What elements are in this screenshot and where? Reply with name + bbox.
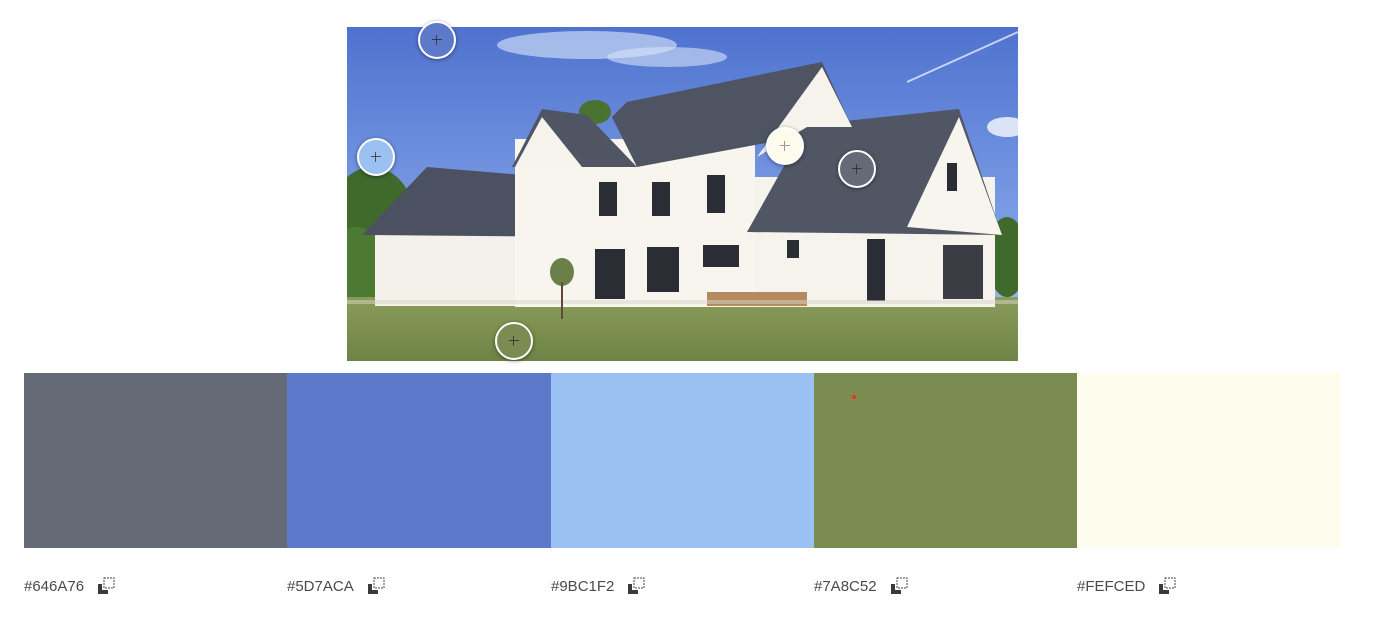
hex-code-row: #646A76 #5D7ACA #9BC1F2 #7A8C52 #FEFCED [24, 571, 1340, 601]
copy-icon[interactable] [626, 576, 646, 596]
color-swatch-row [24, 373, 1340, 548]
hex-code-item: #FEFCED [1077, 571, 1177, 601]
color-swatch[interactable] [24, 373, 287, 548]
hex-code-label[interactable]: #646A76 [24, 578, 84, 595]
plus-icon [852, 164, 862, 174]
source-photo [347, 27, 1018, 361]
plus-icon [780, 141, 790, 151]
hex-code-label[interactable]: #7A8C52 [814, 578, 877, 595]
picker-handle-green[interactable] [495, 322, 533, 360]
hex-code-label[interactable]: #5D7ACA [287, 578, 354, 595]
picker-handle-light-blue[interactable] [357, 138, 395, 176]
house-photo-illustration [347, 27, 1018, 361]
copy-icon[interactable] [889, 576, 909, 596]
color-swatch[interactable] [1077, 373, 1340, 548]
color-swatch[interactable] [551, 373, 814, 548]
plus-icon [371, 152, 381, 162]
color-swatch[interactable] [287, 373, 551, 548]
copy-icon[interactable] [1157, 576, 1177, 596]
cursor-marker [852, 395, 856, 399]
color-swatch[interactable] [814, 373, 1077, 548]
hex-code-label[interactable]: #FEFCED [1077, 578, 1145, 595]
picker-handle-cream[interactable] [766, 127, 804, 165]
hex-code-item: #7A8C52 [814, 571, 909, 601]
copy-icon[interactable] [366, 576, 386, 596]
hex-code-item: #5D7ACA [287, 571, 386, 601]
hex-code-item: #646A76 [24, 571, 116, 601]
picker-handle-blue[interactable] [418, 21, 456, 59]
picker-handle-gray[interactable] [838, 150, 876, 188]
hex-code-label[interactable]: #9BC1F2 [551, 578, 614, 595]
plus-icon [432, 35, 442, 45]
copy-icon[interactable] [96, 576, 116, 596]
hex-code-item: #9BC1F2 [551, 571, 646, 601]
plus-icon [509, 336, 519, 346]
